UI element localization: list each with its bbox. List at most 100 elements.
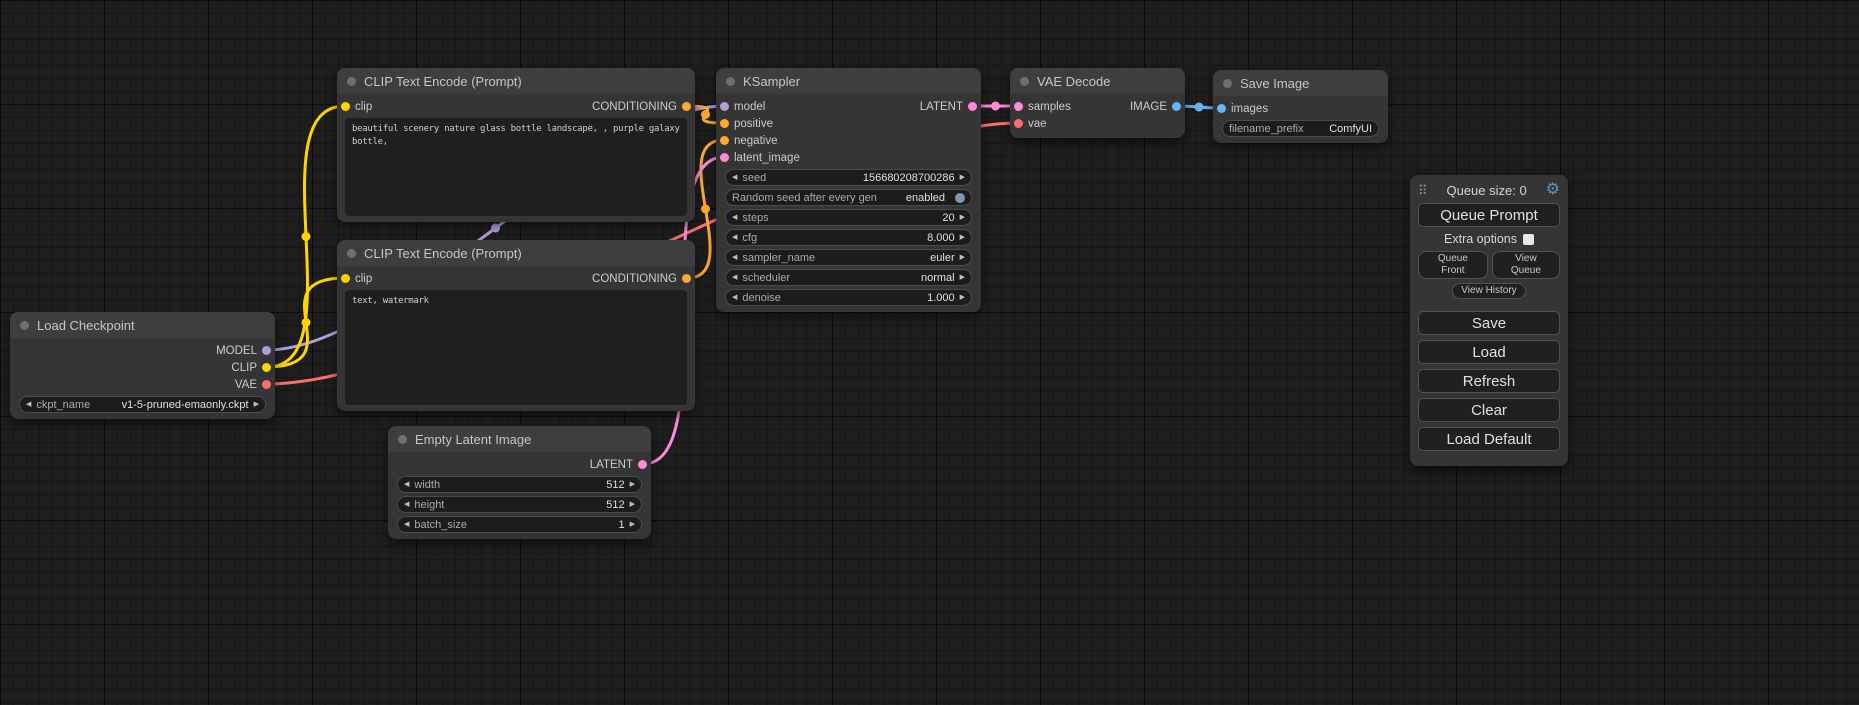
clear-button[interactable]: Clear bbox=[1418, 398, 1560, 422]
node-title-bar[interactable]: Load Checkpoint bbox=[10, 312, 275, 338]
collapse-dot-icon[interactable] bbox=[347, 77, 356, 86]
collapse-dot-icon[interactable] bbox=[1223, 79, 1232, 88]
slot-dot[interactable] bbox=[682, 274, 691, 283]
node-ksampler[interactable]: KSampler model positive negative bbox=[716, 68, 981, 312]
input-slot-clip[interactable]: clip bbox=[337, 98, 372, 115]
prompt-textarea[interactable]: beautiful scenery nature glass bottle la… bbox=[345, 118, 687, 216]
increment-arrow-icon[interactable]: ▶ bbox=[960, 274, 965, 281]
slot-dot[interactable] bbox=[341, 102, 350, 111]
increment-arrow-icon[interactable]: ▶ bbox=[960, 294, 965, 301]
widget-sampler-name[interactable]: ◀ sampler_name euler ▶ bbox=[725, 249, 972, 266]
refresh-button[interactable]: Refresh bbox=[1418, 369, 1560, 393]
input-slot-positive[interactable]: positive bbox=[716, 115, 800, 132]
node-load-checkpoint[interactable]: Load Checkpoint MODEL CLIP VAE bbox=[10, 312, 275, 419]
extra-options-checkbox[interactable] bbox=[1523, 234, 1534, 245]
input-slot-vae[interactable]: vae bbox=[1010, 115, 1071, 132]
widget-random-seed-toggle[interactable]: Random seed after every gen enabled bbox=[725, 189, 972, 206]
decrement-arrow-icon[interactable]: ◀ bbox=[26, 401, 31, 408]
increment-arrow-icon[interactable]: ▶ bbox=[630, 521, 635, 528]
slot-dot[interactable] bbox=[682, 102, 691, 111]
prompt-textarea[interactable]: text, watermark bbox=[345, 290, 687, 405]
node-clip-text-encode-negative[interactable]: CLIP Text Encode (Prompt) clip CONDITION… bbox=[337, 240, 695, 411]
output-slot-conditioning[interactable]: CONDITIONING bbox=[592, 270, 695, 287]
load-default-button[interactable]: Load Default bbox=[1418, 427, 1560, 451]
decrement-arrow-icon[interactable]: ◀ bbox=[732, 214, 737, 221]
node-save-image[interactable]: Save Image images filename_prefix ComfyU… bbox=[1213, 70, 1388, 143]
decrement-arrow-icon[interactable]: ◀ bbox=[732, 254, 737, 261]
increment-arrow-icon[interactable]: ▶ bbox=[254, 401, 259, 408]
input-slot-samples[interactable]: samples bbox=[1010, 98, 1071, 115]
widget-height[interactable]: ◀ height 512 ▶ bbox=[397, 496, 642, 513]
widget-ckpt-name[interactable]: ◀ ckpt_name v1-5-pruned-emaonly.ckpt ▶ bbox=[19, 396, 266, 413]
slot-dot[interactable] bbox=[1014, 119, 1023, 128]
decrement-arrow-icon[interactable]: ◀ bbox=[404, 501, 409, 508]
output-slot-latent[interactable]: LATENT bbox=[590, 456, 651, 473]
collapse-dot-icon[interactable] bbox=[726, 77, 735, 86]
input-slot-images[interactable]: images bbox=[1213, 100, 1268, 117]
save-button[interactable]: Save bbox=[1418, 311, 1560, 335]
toggle-knob-icon[interactable] bbox=[955, 193, 965, 203]
node-title-bar[interactable]: CLIP Text Encode (Prompt) bbox=[337, 68, 695, 94]
comfy-menu-panel[interactable]: ⠿ Queue size: 0 ⚙ Queue Prompt Extra opt… bbox=[1410, 175, 1568, 466]
widget-seed[interactable]: ◀ seed 156680208700286 ▶ bbox=[725, 169, 972, 186]
increment-arrow-icon[interactable]: ▶ bbox=[960, 254, 965, 261]
view-history-button[interactable]: View History bbox=[1452, 283, 1525, 299]
slot-dot[interactable] bbox=[1217, 104, 1226, 113]
input-slot-clip[interactable]: clip bbox=[337, 270, 372, 287]
slot-dot[interactable] bbox=[720, 119, 729, 128]
decrement-arrow-icon[interactable]: ◀ bbox=[732, 234, 737, 241]
node-clip-text-encode-positive[interactable]: CLIP Text Encode (Prompt) clip CONDITION… bbox=[337, 68, 695, 222]
node-title-bar[interactable]: Empty Latent Image bbox=[388, 426, 651, 452]
queue-front-button[interactable]: Queue Front bbox=[1418, 251, 1488, 279]
slot-dot[interactable] bbox=[262, 363, 271, 372]
output-slot-vae[interactable]: VAE bbox=[235, 376, 275, 393]
output-slot-clip[interactable]: CLIP bbox=[231, 359, 275, 376]
node-graph-canvas[interactable]: Load Checkpoint MODEL CLIP VAE bbox=[0, 0, 1859, 705]
node-title-bar[interactable]: KSampler bbox=[716, 68, 981, 94]
widget-filename-prefix[interactable]: filename_prefix ComfyUI bbox=[1222, 120, 1379, 137]
increment-arrow-icon[interactable]: ▶ bbox=[960, 214, 965, 221]
decrement-arrow-icon[interactable]: ◀ bbox=[404, 521, 409, 528]
collapse-dot-icon[interactable] bbox=[398, 435, 407, 444]
drag-handle-icon[interactable]: ⠿ bbox=[1418, 184, 1428, 197]
load-button[interactable]: Load bbox=[1418, 340, 1560, 364]
input-slot-negative[interactable]: negative bbox=[716, 132, 800, 149]
node-title-bar[interactable]: VAE Decode bbox=[1010, 68, 1185, 94]
node-title-bar[interactable]: Save Image bbox=[1213, 70, 1388, 96]
collapse-dot-icon[interactable] bbox=[347, 249, 356, 258]
widget-cfg[interactable]: ◀ cfg 8.000 ▶ bbox=[725, 229, 972, 246]
widget-steps[interactable]: ◀ steps 20 ▶ bbox=[725, 209, 972, 226]
slot-dot[interactable] bbox=[720, 102, 729, 111]
slot-dot[interactable] bbox=[262, 346, 271, 355]
decrement-arrow-icon[interactable]: ◀ bbox=[732, 294, 737, 301]
input-slot-model[interactable]: model bbox=[716, 98, 800, 115]
output-slot-latent[interactable]: LATENT bbox=[920, 98, 981, 115]
increment-arrow-icon[interactable]: ▶ bbox=[630, 501, 635, 508]
output-slot-image[interactable]: IMAGE bbox=[1130, 98, 1185, 115]
widget-batch-size[interactable]: ◀ batch_size 1 ▶ bbox=[397, 516, 642, 533]
view-queue-button[interactable]: View Queue bbox=[1492, 251, 1560, 279]
queue-prompt-button[interactable]: Queue Prompt bbox=[1418, 203, 1560, 227]
slot-dot[interactable] bbox=[720, 153, 729, 162]
decrement-arrow-icon[interactable]: ◀ bbox=[404, 481, 409, 488]
slot-dot[interactable] bbox=[968, 102, 977, 111]
increment-arrow-icon[interactable]: ▶ bbox=[630, 481, 635, 488]
output-slot-conditioning[interactable]: CONDITIONING bbox=[592, 98, 695, 115]
widget-denoise[interactable]: ◀ denoise 1.000 ▶ bbox=[725, 289, 972, 306]
node-empty-latent-image[interactable]: Empty Latent Image LATENT ◀ width 512 ▶ … bbox=[388, 426, 651, 539]
input-slot-latent-image[interactable]: latent_image bbox=[716, 149, 800, 166]
widget-scheduler[interactable]: ◀ scheduler normal ▶ bbox=[725, 269, 972, 286]
decrement-arrow-icon[interactable]: ◀ bbox=[732, 274, 737, 281]
output-slot-model[interactable]: MODEL bbox=[216, 342, 275, 359]
slot-dot[interactable] bbox=[262, 380, 271, 389]
collapse-dot-icon[interactable] bbox=[1020, 77, 1029, 86]
node-vae-decode[interactable]: VAE Decode samples vae IMAGE bbox=[1010, 68, 1185, 138]
slot-dot[interactable] bbox=[341, 274, 350, 283]
collapse-dot-icon[interactable] bbox=[20, 321, 29, 330]
decrement-arrow-icon[interactable]: ◀ bbox=[732, 174, 737, 181]
widget-width[interactable]: ◀ width 512 ▶ bbox=[397, 476, 642, 493]
slot-dot[interactable] bbox=[1014, 102, 1023, 111]
slot-dot[interactable] bbox=[720, 136, 729, 145]
node-title-bar[interactable]: CLIP Text Encode (Prompt) bbox=[337, 240, 695, 266]
increment-arrow-icon[interactable]: ▶ bbox=[960, 234, 965, 241]
